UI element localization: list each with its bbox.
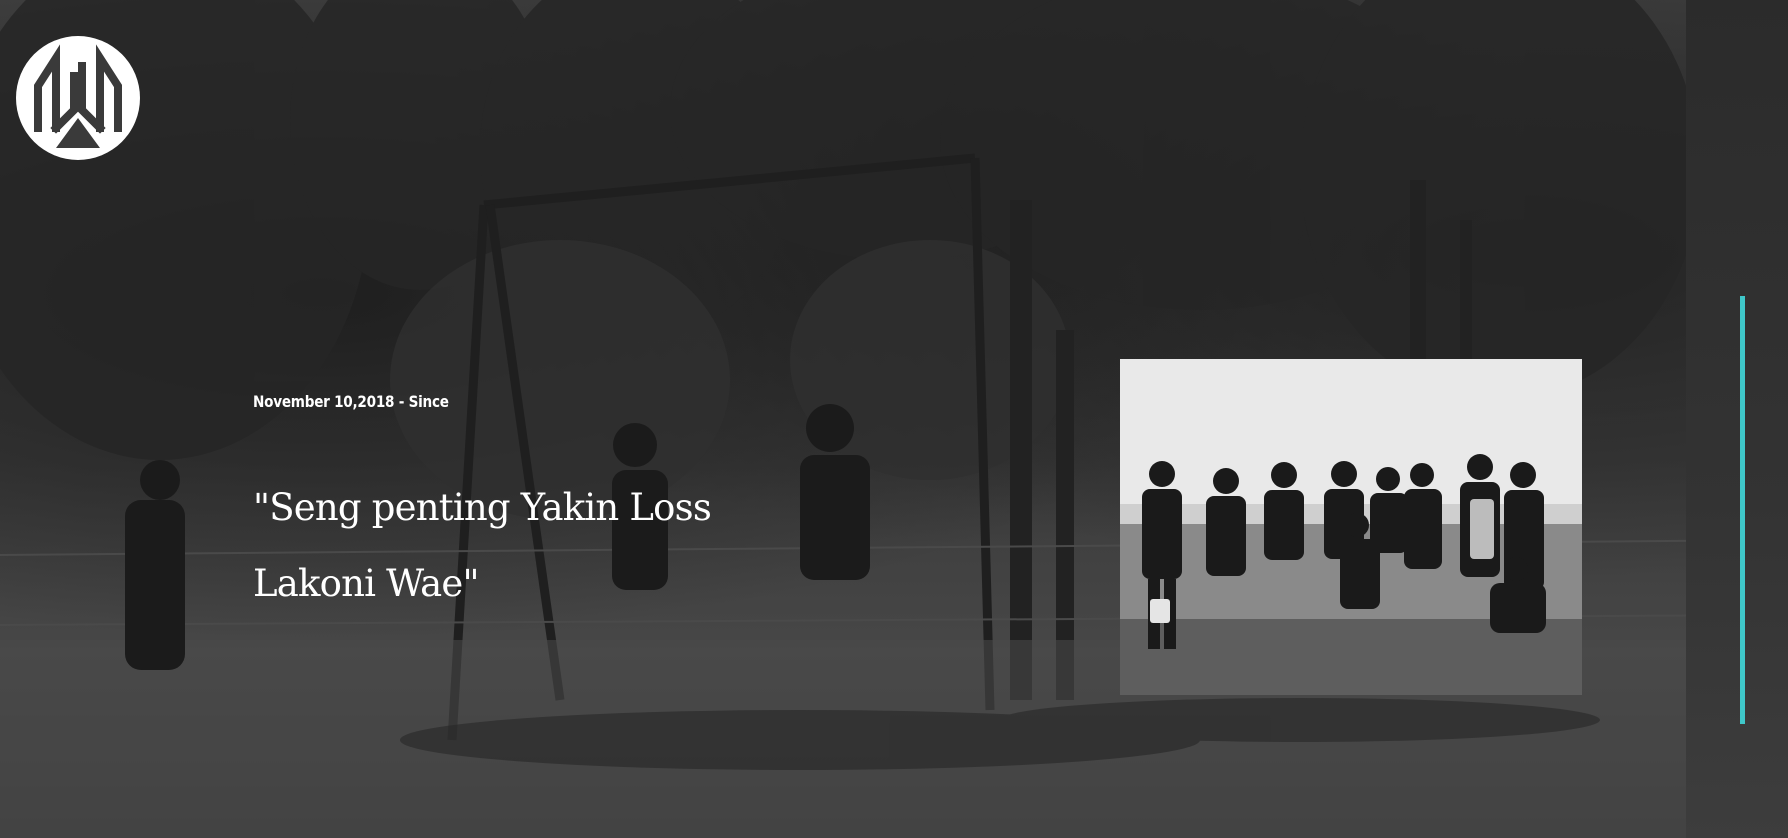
quote-line-2: Lakoni Wae" [253,562,480,605]
group-photo-image [1120,359,1582,695]
side-panel [1686,0,1788,838]
scroll-indicator[interactable] [1740,296,1745,724]
hero-section: November 10,2018 - Since "Seng penting Y… [0,0,1788,838]
hero-quote: "Seng penting Yakin Loss Lakoni Wae" [253,470,813,622]
group-photo[interactable] [1120,359,1582,695]
since-date: November 10,2018 - Since [253,392,449,411]
brand-logo-icon[interactable] [16,36,140,160]
quote-line-1: "Seng penting Yakin Loss [253,486,712,529]
